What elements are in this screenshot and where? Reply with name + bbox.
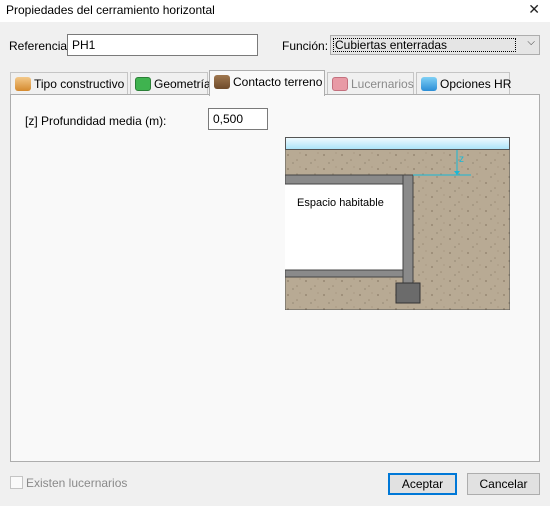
funcion-selected-value: Cubiertas enterradas [333, 38, 516, 52]
tab-label: Contacto terreno [233, 75, 323, 89]
lucernarios-checkbox-label: Existen lucernarios [26, 476, 128, 490]
close-icon[interactable]: ✕ [528, 1, 540, 18]
tab-label: Lucernarios [351, 77, 414, 91]
espacio-habitable-label: Espacio habitable [297, 197, 384, 209]
z-dimension-label: z [459, 154, 464, 165]
profundidad-label: [z] Profundidad media (m): [25, 114, 167, 128]
opciones-hr-icon [421, 77, 437, 91]
lucernarios-checkbox[interactable] [10, 476, 23, 489]
contacto-terreno-diagram: Espacio habitable z [284, 136, 511, 311]
referencia-label: Referencia: [9, 39, 71, 53]
lucernarios-icon [332, 77, 348, 91]
tab-geometria[interactable]: Geometría [130, 72, 211, 94]
roof-slab [284, 174, 414, 185]
water-layer [285, 137, 510, 150]
tab-label: Opciones HR [440, 77, 512, 91]
floor-slab [284, 269, 404, 278]
tab-tipo-constructivo[interactable]: Tipo constructivo [10, 72, 128, 94]
tipo-constructivo-icon [15, 77, 31, 91]
referencia-input[interactable]: PH1 [67, 34, 258, 56]
tab-opciones-hr[interactable]: Opciones HR [416, 72, 512, 94]
chevron-down-icon[interactable]: ⌵ [527, 37, 535, 48]
footing [395, 282, 421, 304]
contacto-terreno-icon [214, 75, 230, 89]
tab-lucernarios[interactable]: Lucernarios [327, 72, 414, 94]
funcion-select[interactable]: Cubiertas enterradas ⌵ [330, 35, 540, 55]
aceptar-button[interactable]: Aceptar [388, 473, 457, 495]
cancelar-button[interactable]: Cancelar [467, 473, 540, 495]
profundidad-input[interactable]: 0,500 [208, 108, 268, 130]
funcion-label: Función: [282, 39, 329, 53]
window-title: Propiedades del cerramiento horizontal [6, 3, 215, 17]
title-bar: Propiedades del cerramiento horizontal ✕ [0, 0, 550, 22]
tab-strip: Tipo constructivo Geometría Contacto ter… [10, 70, 540, 96]
geometria-icon [135, 77, 151, 91]
tab-label: Geometría [154, 77, 211, 91]
diagram-svg [284, 136, 511, 311]
lucernarios-checkbox-row[interactable]: Existen lucernarios [10, 476, 127, 490]
side-wall [402, 174, 414, 286]
tab-label: Tipo constructivo [34, 77, 125, 91]
tab-contacto-terreno[interactable]: Contacto terreno [209, 70, 325, 96]
